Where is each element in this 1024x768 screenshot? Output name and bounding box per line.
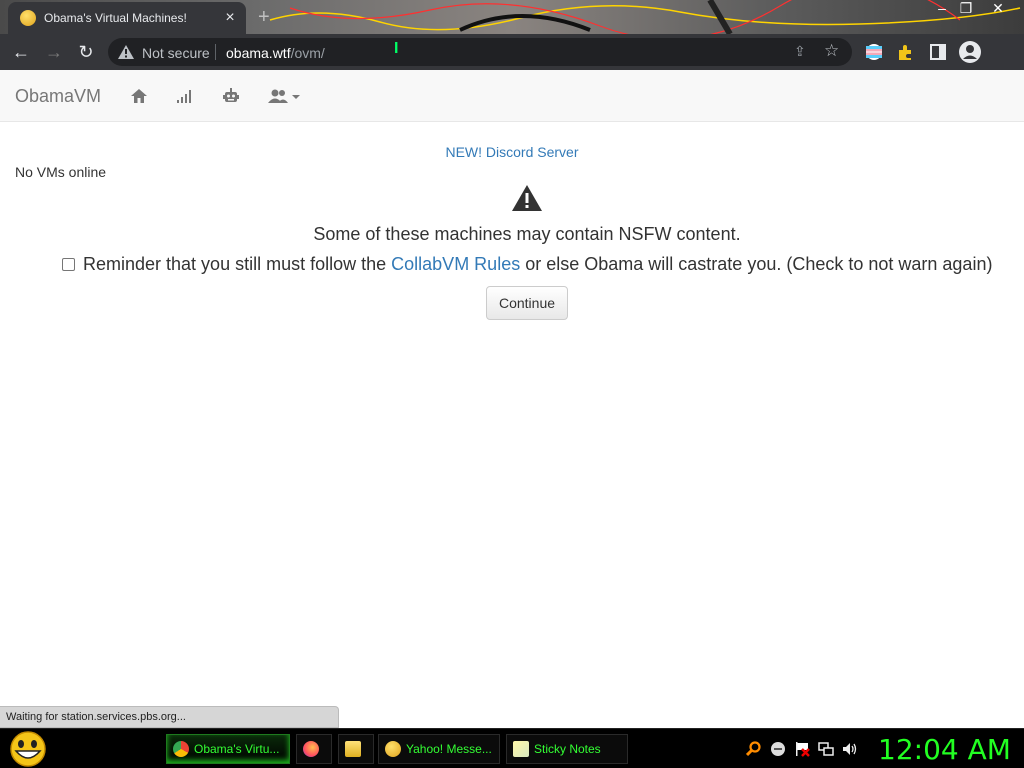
close-window-button[interactable]: ✕ xyxy=(986,0,1010,16)
yahoo-messenger-icon xyxy=(385,741,401,757)
smiley-icon[interactable] xyxy=(770,741,786,757)
status-bubble: Waiting for station.services.pbs.org... xyxy=(0,706,339,728)
users-icon[interactable] xyxy=(268,87,302,105)
text-cursor-icon: Ι xyxy=(394,40,399,57)
start-button-smiley-icon[interactable] xyxy=(8,731,48,767)
taskbar-button-label: Sticky Notes xyxy=(534,742,601,756)
dont-warn-checkbox[interactable] xyxy=(62,258,75,271)
vm-status-text: No VMs online xyxy=(15,164,107,180)
omnibox-divider xyxy=(215,44,216,60)
taskbar-button-yahoo-messenger[interactable]: Yahoo! Messe... xyxy=(378,734,500,764)
taskbar-button-folder[interactable] xyxy=(338,734,374,764)
site-navbar: ObamaVM xyxy=(0,70,1024,122)
taskbar-clock[interactable]: 12:04 AM xyxy=(878,733,1011,766)
reload-icon[interactable]: ↻ xyxy=(75,41,97,63)
back-icon[interactable]: ← xyxy=(10,41,32,63)
continue-button[interactable]: Continue xyxy=(486,286,568,320)
wallpaper-scribble xyxy=(269,0,1021,34)
taskbar: Obama's Virtu... Yahoo! Messe... Sticky … xyxy=(0,728,1024,768)
security-label[interactable]: Not secure xyxy=(142,45,210,61)
minimize-button[interactable]: – xyxy=(930,0,954,16)
obama-favicon-icon xyxy=(20,10,36,26)
nsfw-warning-text: Some of these machines may contain NSFW … xyxy=(313,224,741,244)
reminder-text-after: or else Obama will castrate you. (Check … xyxy=(525,254,993,274)
discord-link[interactable]: NEW! Discord Server xyxy=(0,144,1024,160)
reminder-text-before: Reminder that you still must follow the xyxy=(83,254,387,274)
flag-icon[interactable] xyxy=(794,741,810,757)
url-path: /ovm/ xyxy=(290,45,325,61)
new-tab-button[interactable]: + xyxy=(258,6,270,29)
tab-title: Obama's Virtual Machines! xyxy=(44,11,187,25)
side-panel-icon[interactable] xyxy=(928,42,948,62)
forward-icon[interactable]: → xyxy=(43,41,65,63)
robot-icon[interactable] xyxy=(222,87,240,105)
browser-tab-strip: Obama's Virtual Machines! × + – ❐ ✕ xyxy=(0,0,1024,34)
brand-link[interactable]: ObamaVM xyxy=(15,86,101,107)
taskbar-button-sticky-notes[interactable]: Sticky Notes xyxy=(506,734,628,764)
browser-tab[interactable]: Obama's Virtual Machines! × xyxy=(8,2,246,34)
taskbar-button-label: Obama's Virtu... xyxy=(194,742,280,756)
network-icon[interactable] xyxy=(818,741,834,757)
search-icon[interactable] xyxy=(746,741,762,757)
url-text[interactable]: obama.wtf/ovm/ xyxy=(226,45,325,61)
extensions-icon[interactable] xyxy=(896,42,916,62)
screen: Obama's Virtual Machines! × + – ❐ ✕ ← → … xyxy=(0,0,1024,768)
folder-icon xyxy=(345,741,361,757)
home-icon[interactable] xyxy=(130,87,148,105)
sticky-notes-icon xyxy=(513,741,529,757)
browser-toolbar: ← → ↻ Not secure obama.wtf/ovm/ Ι ⇪ ☆ xyxy=(0,34,1024,70)
chrome-icon xyxy=(173,741,189,757)
share-icon[interactable]: ⇪ xyxy=(794,43,806,60)
collabvm-rules-link[interactable]: CollabVM Rules xyxy=(391,254,520,275)
warning-icon xyxy=(512,185,542,211)
url-host: obama.wtf xyxy=(226,45,291,61)
taskbar-button-firefox[interactable] xyxy=(296,734,332,764)
taskbar-button-label: Yahoo! Messe... xyxy=(406,742,492,756)
firefox-icon xyxy=(303,741,319,757)
signal-icon[interactable] xyxy=(176,87,194,105)
taskbar-button-chrome[interactable]: Obama's Virtu... xyxy=(166,734,290,764)
maximize-button[interactable]: ❐ xyxy=(954,0,978,16)
volume-icon[interactable] xyxy=(842,741,858,757)
reminder-row: Reminder that you still must follow the … xyxy=(62,254,992,275)
chevron-down-icon xyxy=(292,95,300,99)
warning-icon[interactable] xyxy=(118,45,134,59)
account-icon[interactable] xyxy=(958,40,982,64)
address-bar[interactable]: Not secure obama.wtf/ovm/ Ι ⇪ ☆ xyxy=(108,38,852,66)
profile-flag-icon[interactable] xyxy=(864,42,884,62)
star-icon[interactable]: ☆ xyxy=(824,41,839,61)
tab-close-icon[interactable]: × xyxy=(222,9,238,27)
